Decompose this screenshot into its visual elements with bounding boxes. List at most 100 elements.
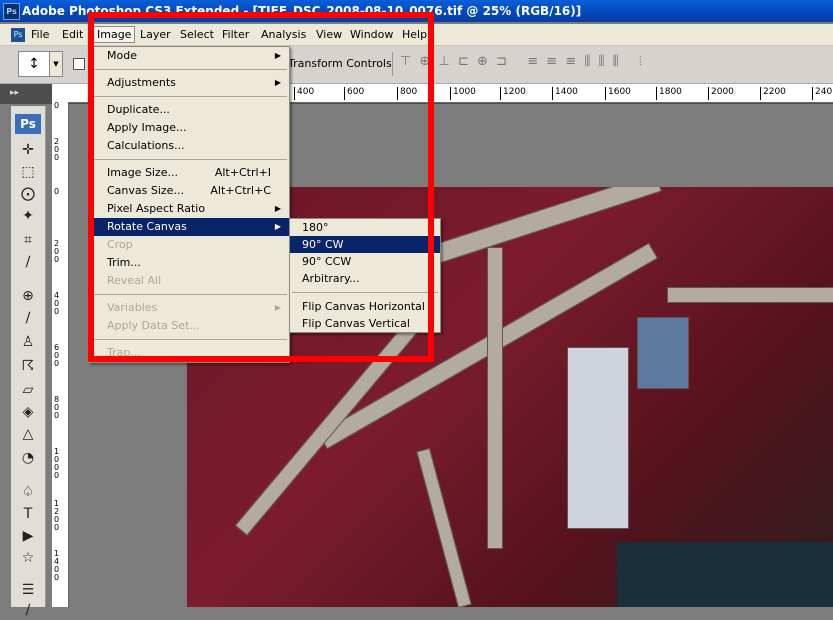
- eraser-icon[interactable]: ▱: [17, 380, 39, 400]
- submenu-item-180[interactable]: 180°: [290, 219, 440, 236]
- chevron-down-icon[interactable]: ▼: [49, 51, 63, 77]
- menu-image[interactable]: Image: [93, 26, 136, 43]
- menu-item-apply-data-set[interactable]: Apply Data Set...: [89, 317, 289, 335]
- menu-item-label: Trap...: [107, 346, 141, 359]
- yarn-spool: [637, 317, 689, 389]
- ruler-tick: 1400: [552, 87, 578, 100]
- menu-item-label: Rotate Canvas: [107, 220, 187, 233]
- menu-item-crop[interactable]: Crop: [89, 236, 289, 254]
- menu-item-adjustments[interactable]: Adjustments ▶: [89, 74, 289, 92]
- menu-help[interactable]: Help: [402, 28, 427, 41]
- menu-window[interactable]: Window: [350, 28, 393, 41]
- dodge-icon[interactable]: ◔: [17, 448, 39, 468]
- submenu-item-flip-horizontal[interactable]: Flip Canvas Horizontal: [290, 298, 440, 315]
- ruler-tick: 800: [397, 87, 417, 100]
- submenu-item-90-cw[interactable]: 90° CW: [290, 236, 440, 253]
- path-select-icon[interactable]: ▶: [17, 526, 39, 546]
- window-title: Adobe Photoshop CS3 Extended - [TIFF_DSC…: [22, 4, 582, 18]
- menu-separator: [91, 294, 287, 295]
- submenu-item-flip-vertical[interactable]: Flip Canvas Vertical: [290, 315, 440, 332]
- menu-item-apply-image[interactable]: Apply Image...: [89, 119, 289, 137]
- auto-select-checkbox[interactable]: [73, 58, 85, 70]
- ruler-tick: 400: [294, 87, 314, 100]
- menu-item-trim[interactable]: Trim...: [89, 254, 289, 272]
- vertical-ruler: 0 2 0 0 0 2 0 0 4 0 0 6 0 0 8 0 0 1 0 0 …: [52, 102, 69, 607]
- menu-layer[interactable]: Layer: [140, 28, 171, 41]
- loom-post: [487, 247, 503, 549]
- type-icon[interactable]: T: [17, 504, 39, 524]
- stamp-icon[interactable]: ♙: [17, 332, 39, 352]
- menu-separator: [91, 96, 287, 97]
- menu-item-pixel-aspect-ratio[interactable]: Pixel Aspect Ratio ▶: [89, 200, 289, 218]
- ruler-tick: 1800: [656, 87, 682, 100]
- healing-icon[interactable]: ⊕: [17, 286, 39, 306]
- menu-item-label: Crop: [107, 238, 133, 251]
- eyedropper-icon[interactable]: ∕: [17, 600, 39, 620]
- menu-item-label: Adjustments: [107, 76, 176, 89]
- crop-icon[interactable]: ⌗: [17, 230, 39, 250]
- ruler-tick: 6 0 0: [54, 343, 60, 368]
- menu-item-image-size[interactable]: Image Size... Alt+Ctrl+I: [89, 164, 289, 182]
- menu-item-reveal-all[interactable]: Reveal All: [89, 272, 289, 290]
- align-distribute-icons[interactable]: ⊤ ⊕ ⊥ ⊏ ⊕ ⊐ ≡ ≡ ≡ ⫼ ⫼ ⫼ ⦙: [400, 54, 720, 74]
- menu-select[interactable]: Select: [180, 28, 214, 41]
- collapse-arrows-icon[interactable]: ▸▸: [10, 88, 19, 98]
- rotate-canvas-submenu: 180° 90° CW 90° CCW Arbitrary... Flip Ca…: [289, 218, 441, 333]
- ruler-tick: 1000: [450, 87, 476, 100]
- submenu-arrow-icon: ▶: [274, 204, 281, 213]
- move-icon[interactable]: ✛: [17, 140, 39, 160]
- ruler-tick: 0: [54, 187, 60, 196]
- slice-icon[interactable]: ∕: [17, 252, 39, 272]
- ruler-tick: 0: [54, 101, 60, 110]
- menu-item-trap[interactable]: Trap...: [89, 344, 289, 362]
- brush-icon[interactable]: ∕: [17, 308, 39, 328]
- menu-item-label: Image Size...: [107, 166, 179, 179]
- shape-icon[interactable]: ☆: [17, 548, 39, 568]
- menu-item-calculations[interactable]: Calculations...: [89, 137, 289, 155]
- submenu-item-arbitrary[interactable]: Arbitrary...: [290, 270, 440, 287]
- menu-item-canvas-size[interactable]: Canvas Size... Alt+Ctrl+C: [89, 182, 289, 200]
- menu-separator: [91, 339, 287, 340]
- ruler-tick: 1200: [500, 87, 526, 100]
- bucket-icon[interactable]: ◈: [17, 402, 39, 422]
- ruler-tick: 1600: [605, 87, 631, 100]
- submenu-item-90-ccw[interactable]: 90° CCW: [290, 253, 440, 270]
- ruler-tick: 2200: [760, 87, 786, 100]
- menu-item-rotate-canvas[interactable]: Rotate Canvas ▶: [89, 218, 289, 236]
- menu-item-label: Variables: [107, 301, 158, 314]
- toolbox: Ps ✛ ⬚ ⨀ ✦ ⌗ ∕ ⊕ ∕ ♙ ☈ ▱ ◈ △ ◔ ♤ T ▶ ☆ ☰…: [11, 106, 46, 618]
- document-icon[interactable]: Ps: [11, 28, 25, 42]
- menu-item-label: Pixel Aspect Ratio: [107, 202, 206, 215]
- menu-separator: [292, 292, 438, 293]
- blur-icon[interactable]: △: [17, 424, 39, 444]
- menu-view[interactable]: View: [316, 28, 342, 41]
- submenu-arrow-icon: ▶: [274, 51, 281, 60]
- divider: [392, 52, 393, 76]
- move-tool-preset-icon[interactable]: ↕: [18, 51, 50, 77]
- ruler-tick: 1 2 0 0: [54, 499, 60, 532]
- magic-wand-icon[interactable]: ✦: [17, 206, 39, 226]
- ruler-tick: 240: [812, 87, 832, 100]
- menu-edit[interactable]: Edit: [62, 28, 83, 41]
- lasso-icon[interactable]: ⨀: [17, 184, 39, 204]
- ruler-tick: 1 0 0 0: [54, 447, 60, 480]
- menu-item-label: Apply Data Set...: [107, 319, 200, 332]
- menu-file[interactable]: File: [31, 28, 49, 41]
- notes-icon[interactable]: ☰: [17, 580, 39, 600]
- ruler-tick: 2 0 0: [54, 239, 60, 264]
- ps-logo[interactable]: Ps: [15, 114, 41, 134]
- photo-panel: [617, 542, 833, 607]
- menu-item-variables[interactable]: Variables ▶: [89, 299, 289, 317]
- menu-item-label: Reveal All: [107, 274, 162, 287]
- history-brush-icon[interactable]: ☈: [17, 356, 39, 376]
- image-menu-dropdown: Mode ▶ Adjustments ▶ Duplicate... Apply Im…: [88, 46, 290, 363]
- menu-item-label: Mode: [107, 49, 137, 62]
- ruler-tick: 1 4 0 0: [54, 549, 60, 582]
- pen-icon[interactable]: ♤: [17, 482, 39, 502]
- menu-analysis[interactable]: Analysis: [261, 28, 306, 41]
- submenu-arrow-icon: ▶: [274, 78, 281, 87]
- menu-item-duplicate[interactable]: Duplicate...: [89, 101, 289, 119]
- menu-filter[interactable]: Filter: [222, 28, 249, 41]
- marquee-icon[interactable]: ⬚: [17, 162, 39, 182]
- menu-item-mode[interactable]: Mode ▶: [89, 47, 289, 65]
